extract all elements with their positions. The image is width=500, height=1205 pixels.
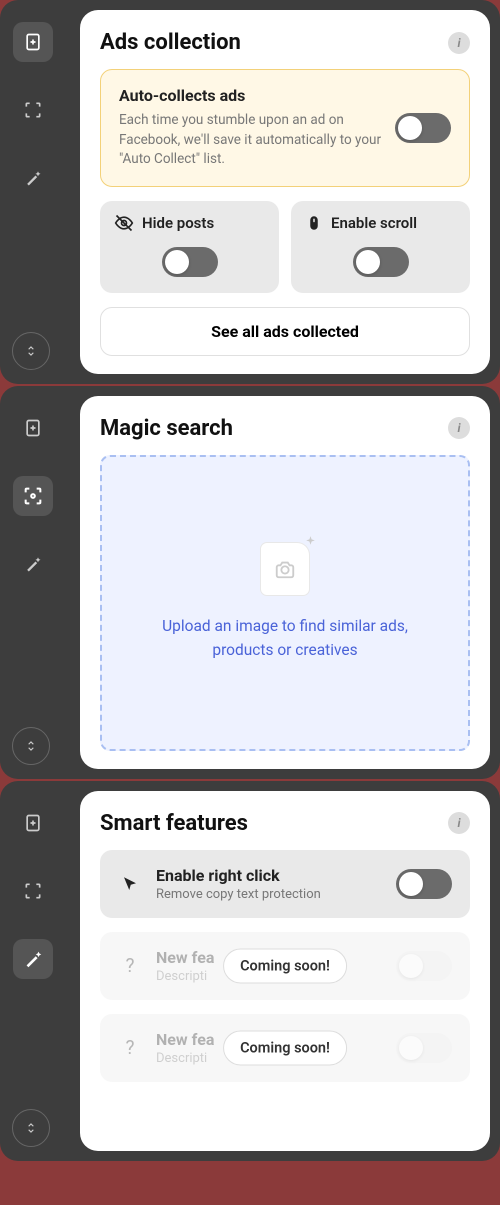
upload-prompt: Upload an image to find similar ads, pro… [145, 615, 425, 662]
scan-icon [22, 485, 44, 507]
feature-toggle-disabled [396, 1033, 452, 1063]
feature-title: Enable right click [156, 866, 382, 885]
panel-smart-features: Smart features i Enable right click Remo… [0, 781, 500, 1161]
collapse-button[interactable] [12, 727, 50, 765]
panel-ads-collection: Ads collection i Auto-collects ads Each … [0, 0, 500, 384]
eye-off-icon [114, 213, 134, 233]
auto-collect-desc: Each time you stumble upon an ad on Face… [119, 111, 383, 170]
hide-posts-toggle[interactable] [162, 247, 218, 277]
document-plus-icon [23, 32, 43, 52]
right-click-toggle[interactable] [396, 869, 452, 899]
hide-posts-option: Hide posts [100, 201, 279, 293]
card-smart: Smart features i Enable right click Remo… [80, 791, 490, 1151]
sidebar-item-search[interactable] [13, 476, 53, 516]
collapse-button[interactable] [12, 332, 50, 370]
document-plus-icon [23, 418, 43, 438]
sidebar-item-collection[interactable] [13, 22, 53, 62]
info-icon[interactable]: i [448, 32, 470, 54]
card-ads: Ads collection i Auto-collects ads Each … [80, 10, 490, 374]
sidebar-item-search[interactable] [13, 871, 53, 911]
sidebar [0, 781, 65, 1161]
see-all-button[interactable]: See all ads collected [100, 307, 470, 356]
coming-soon-badge: Coming soon! [223, 948, 347, 983]
wand-icon [23, 554, 43, 574]
upload-dropzone[interactable]: Upload an image to find similar ads, pro… [100, 455, 470, 751]
feature-desc: Remove copy text protection [156, 887, 382, 902]
card-title: Ads collection [100, 30, 241, 55]
sidebar-item-smart[interactable] [13, 939, 53, 979]
feature-right-click: Enable right click Remove copy text prot… [100, 850, 470, 918]
enable-scroll-label: Enable scroll [331, 214, 417, 232]
enable-scroll-toggle[interactable] [353, 247, 409, 277]
info-icon[interactable]: i [448, 812, 470, 834]
sidebar [0, 0, 65, 384]
collapse-button[interactable] [12, 1109, 50, 1147]
enable-scroll-option: Enable scroll [291, 201, 470, 293]
sidebar-item-search[interactable] [13, 90, 53, 130]
document-plus-icon [23, 813, 43, 833]
collapse-icon [24, 739, 38, 753]
feature-toggle-disabled [396, 951, 452, 981]
sidebar-item-collection[interactable] [13, 408, 53, 448]
auto-collect-title: Auto-collects ads [119, 86, 383, 105]
mouse-icon [305, 213, 323, 233]
info-icon[interactable]: i [448, 417, 470, 439]
hide-posts-label: Hide posts [142, 214, 214, 232]
wand-icon [23, 168, 43, 188]
image-upload-icon [261, 543, 309, 595]
card-title: Smart features [100, 811, 248, 836]
coming-soon-badge: Coming soon! [223, 1030, 347, 1065]
scan-icon [23, 100, 43, 120]
cursor-icon [118, 875, 142, 893]
question-icon: ? [118, 1036, 142, 1059]
sidebar-item-smart[interactable] [13, 158, 53, 198]
scan-icon [23, 881, 43, 901]
sidebar-item-smart[interactable] [13, 544, 53, 584]
auto-collect-banner: Auto-collects ads Each time you stumble … [100, 69, 470, 187]
panel-magic-search: Magic search i Upload an image to find s… [0, 386, 500, 779]
card-title: Magic search [100, 416, 233, 441]
sidebar-item-collection[interactable] [13, 803, 53, 843]
question-icon: ? [118, 954, 142, 977]
sidebar [0, 386, 65, 779]
auto-collect-toggle[interactable] [395, 113, 451, 143]
wand-icon [22, 948, 44, 970]
collapse-icon [24, 344, 38, 358]
collapse-icon [24, 1121, 38, 1135]
card-magic: Magic search i Upload an image to find s… [80, 396, 490, 769]
